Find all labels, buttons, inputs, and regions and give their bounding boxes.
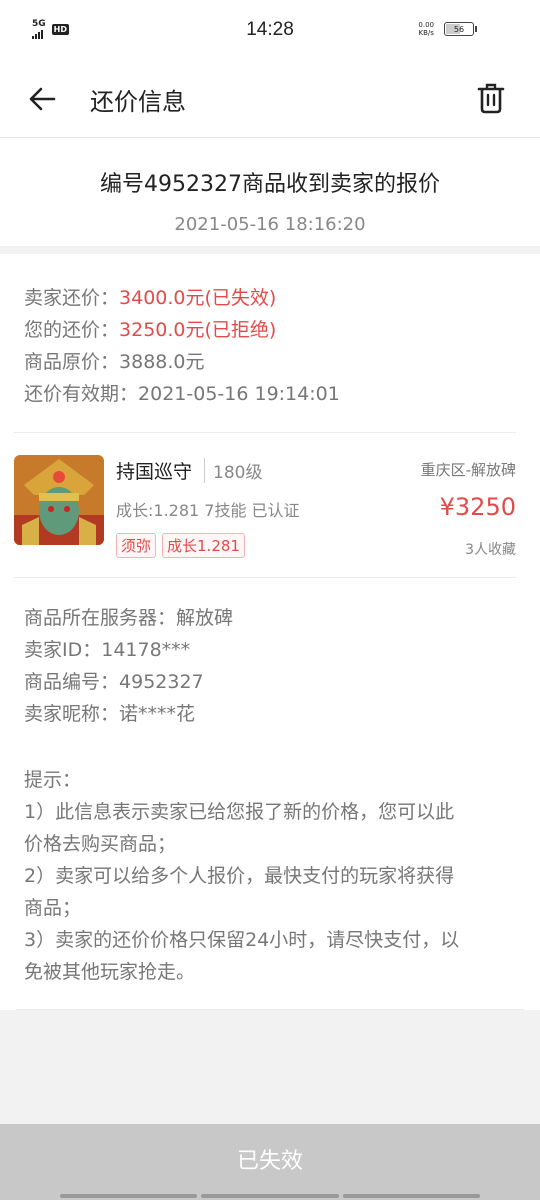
tips-block: 提示： 1）此信息表示卖家已给您报了新的价格，您可以此 价格去购买商品； 2）卖… [24,764,516,988]
net-speed: 0.00 KB/s [418,21,434,37]
tip-line: 价格去购买商品； [24,833,177,855]
net-speed-value: 0.00 [418,21,434,29]
server-label: 商品所在服务器： [24,607,177,629]
goods-tags: 须弥 成长1.281 [116,533,245,558]
seller-id-label: 卖家ID： [24,639,102,661]
server-row: 商品所在服务器： 解放碑 [24,602,516,634]
goods-favorites: 3人收藏 [465,542,516,558]
goods-level: 180级 [204,458,262,483]
back-button[interactable] [26,82,60,116]
seller-nickname-label: 卖家昵称： [24,703,120,725]
original-price-value: 3888.0元 [119,351,205,373]
server-value: 解放碑 [176,607,234,629]
goods-no-value: 4952327 [119,671,204,693]
page-title: 还价信息 [90,88,186,116]
goods-item[interactable]: 持国巡守 180级 重庆区-解放碑 成长:1.281 7技能 已认证 ¥3250… [14,432,516,578]
valid-until-value: 2021-05-16 19:14:01 [138,383,340,405]
my-offer-row: 您的还价： 3250.0元(已拒绝) [24,314,516,346]
offer-time: 2021-05-16 18:16:20 [174,214,366,235]
offer-header: 编号4952327商品收到卖家的报价 2021-05-16 18:16:20 [0,138,540,246]
goods-price: ¥3250 [439,493,516,521]
status-bar: 5G HD 14:28 0.00 KB/s 56 [0,0,540,62]
original-price-label: 商品原价： [24,351,120,373]
my-offer-value: 3250.0元(已拒绝) [119,319,277,341]
valid-until-row: 还价有效期： 2021-05-16 19:14:01 [24,378,516,410]
tips-heading: 提示： [24,769,82,791]
tip-line: 1）此信息表示卖家已给您报了新的价格，您可以此 [24,801,455,823]
seller-nickname-value: 诺****花 [119,703,196,725]
goods-tag: 成长1.281 [162,533,245,558]
seller-offer-value: 3400.0元(已失效) [119,287,277,309]
price-block: 卖家还价： 3400.0元(已失效) 您的还价： 3250.0元(已拒绝) 商品… [24,254,516,410]
goods-name: 持国巡守 [116,461,193,483]
net-speed-unit: KB/s [418,29,434,37]
tip-line: 免被其他玩家抢走。 [24,961,196,983]
tip-line: 3）卖家的还价价格只保留24小时，请尽快支付，以 [24,929,460,951]
seller-offer-label: 卖家还价： [24,287,120,309]
goods-region: 重庆区-解放碑 [420,461,516,479]
goods-tag: 须弥 [116,533,157,558]
nav-bar: 还价信息 [0,62,540,138]
offer-detail-card: 卖家还价： 3400.0元(已失效) 您的还价： 3250.0元(已拒绝) 商品… [0,254,540,1010]
arrow-left-icon [29,87,56,111]
valid-until-label: 还价有效期： [24,383,139,405]
goods-thumbnail [14,455,104,545]
trash-icon [477,83,505,114]
original-price-row: 商品原价： 3888.0元 [24,346,516,378]
goods-attributes: 成长:1.281 7技能 已认证 [116,501,300,520]
my-offer-label: 您的还价： [24,319,120,341]
seller-nickname-row: 卖家昵称： 诺****花 [24,698,516,730]
tip-line: 2）卖家可以给多个人报价，最快支付的玩家将获得 [24,865,455,887]
status-right: 0.00 KB/s 56 [418,21,477,37]
tip-line: 商品； [24,897,82,919]
goods-no-row: 商品编号： 4952327 [24,666,516,698]
delete-button[interactable] [476,82,506,114]
card-divider [16,1009,524,1010]
goods-no-label: 商品编号： [24,671,120,693]
seller-info-block: 商品所在服务器： 解放碑 卖家ID： 14178*** 商品编号： 495232… [24,578,516,730]
home-indicator [60,1194,480,1198]
seller-id-value: 14178*** [101,639,191,661]
battery-icon: 56 [444,22,477,36]
seller-id-row: 卖家ID： 14178*** [24,634,516,666]
battery-level: 56 [453,24,465,34]
seller-offer-row: 卖家还价： 3400.0元(已失效) [24,282,516,314]
offer-title: 编号4952327商品收到卖家的报价 [100,172,440,197]
expired-button[interactable]: 已失效 [0,1124,540,1200]
